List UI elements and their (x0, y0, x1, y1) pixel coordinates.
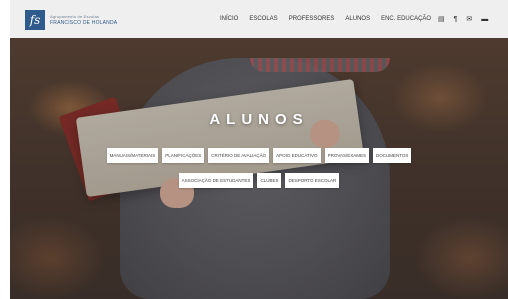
nav-inicio[interactable]: INÍCIO (220, 16, 238, 22)
clubes-button[interactable]: CLUBES (257, 173, 282, 188)
nav-escolas[interactable]: ESCOLAS (249, 16, 277, 22)
nav-icons: ▤ ¶ ✉ ▬ (438, 0, 497, 38)
nav-professores[interactable]: PROFESSORES (289, 16, 335, 22)
email-icon[interactable]: ✉ (466, 16, 472, 23)
manuais-materiais-button[interactable]: MANUAIS/MATERIAIS (106, 148, 159, 163)
top-navigation-bar: fs Agrupamento de Escolas FRANCISCO DE H… (10, 0, 508, 38)
main-nav: INÍCIO ESCOLAS PROFESSORES ALUNOS ENC. E… (220, 0, 442, 38)
envelope-icon[interactable]: ▬ (481, 16, 488, 23)
apoio-educativo-button[interactable]: APOIO EDUCATIVO (273, 148, 321, 163)
logo-mark: fs (25, 10, 45, 30)
nav-enc-educacao[interactable]: ENC. EDUCAÇÃO (381, 16, 431, 22)
provas-exames-button[interactable]: PROVAS/EXAMES (324, 148, 369, 163)
logo-text: Agrupamento de Escolas FRANCISCO DE HOLA… (50, 14, 117, 26)
link-buttons-row-2: ASSOCIAÇÃO DE ESTUDANTES CLUBES DESPORTO… (10, 173, 508, 188)
planificacoes-button[interactable]: PLANIFICAÇÕES (162, 148, 205, 163)
desporto-escolar-button[interactable]: DESPORTO ESCOLAR (285, 173, 340, 188)
associacao-estudantes-button[interactable]: ASSOCIAÇÃO DE ESTUDANTES (178, 173, 254, 188)
hero-overlay (10, 38, 508, 299)
link-buttons-row-1: MANUAIS/MATERIAIS PLANIFICAÇÕES CRITÉRIO… (10, 148, 508, 163)
logo-school-name: FRANCISCO DE HOLANDA (50, 20, 118, 26)
documentos-button[interactable]: DOCUMENTOS (373, 148, 412, 163)
hero-section: ALUNOS MANUAIS/MATERIAIS PLANIFICAÇÕES C… (10, 38, 508, 299)
page-title: ALUNOS (209, 111, 309, 128)
page: fs Agrupamento de Escolas FRANCISCO DE H… (0, 0, 508, 299)
criterio-avaliacao-button[interactable]: CRITÉRIO DE AVALIAÇÃO (208, 148, 270, 163)
school-logo[interactable]: fs Agrupamento de Escolas FRANCISCO DE H… (25, 10, 117, 30)
document-icon[interactable]: ▤ (438, 16, 445, 23)
restaurant-icon[interactable]: ¶ (454, 16, 458, 23)
nav-alunos[interactable]: ALUNOS (345, 16, 370, 22)
